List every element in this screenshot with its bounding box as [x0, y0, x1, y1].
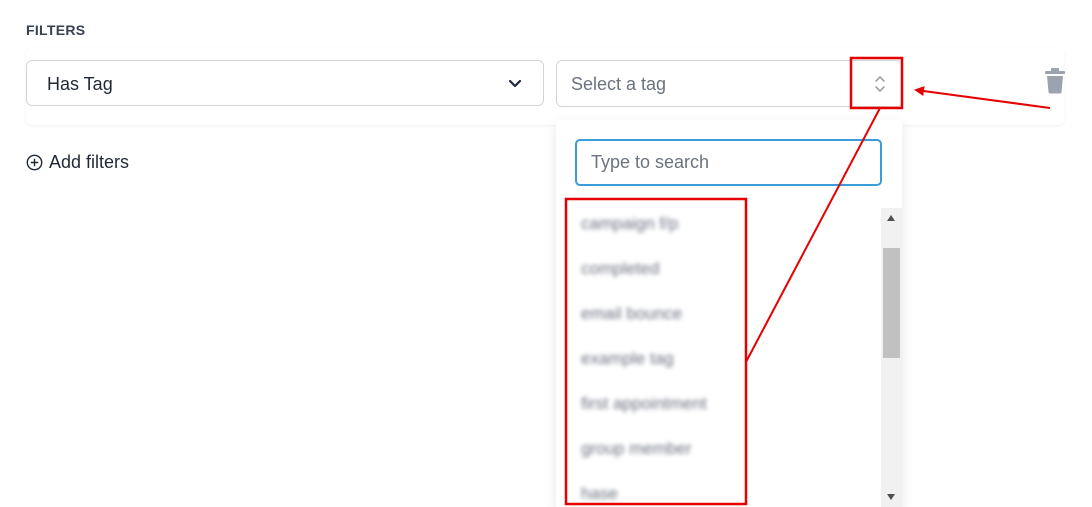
tag-option[interactable]: email bounce [581, 304, 682, 324]
scroll-up-arrow-icon[interactable] [887, 215, 895, 221]
filter-field-value: Has Tag [47, 74, 113, 94]
plus-circle-icon [26, 154, 43, 171]
tag-dropdown: campaign f/p completed email bounce exam… [556, 120, 902, 507]
tag-option[interactable]: first appointment [581, 394, 707, 414]
add-filters-label: Add filters [49, 152, 130, 172]
dropdown-scrollbar[interactable] [881, 208, 902, 507]
tag-select[interactable]: Select a tag [556, 60, 903, 107]
page: FILTERS Has Tag Select a tag Add filters… [0, 0, 1092, 507]
add-filters-button[interactable]: Add filters [26, 152, 129, 173]
trash-icon[interactable] [1044, 68, 1066, 94]
tag-option[interactable]: group member [581, 439, 692, 459]
up-down-chevron-icon[interactable] [873, 73, 887, 95]
tag-options-list: campaign f/p completed email bounce exam… [556, 200, 882, 507]
scroll-down-arrow-icon[interactable] [887, 494, 895, 500]
tag-option[interactable]: example tag [581, 349, 674, 369]
tag-select-placeholder: Select a tag [571, 74, 667, 94]
filters-section-title: FILTERS [26, 22, 86, 38]
scrollbar-thumb[interactable] [883, 248, 900, 358]
tag-search-input[interactable] [575, 139, 882, 186]
chevron-down-icon [508, 79, 522, 88]
filter-field-select[interactable]: Has Tag [26, 60, 544, 106]
tag-option[interactable]: hase [581, 484, 618, 504]
tag-option[interactable]: completed [581, 259, 659, 279]
tag-option[interactable]: campaign f/p [581, 214, 678, 234]
